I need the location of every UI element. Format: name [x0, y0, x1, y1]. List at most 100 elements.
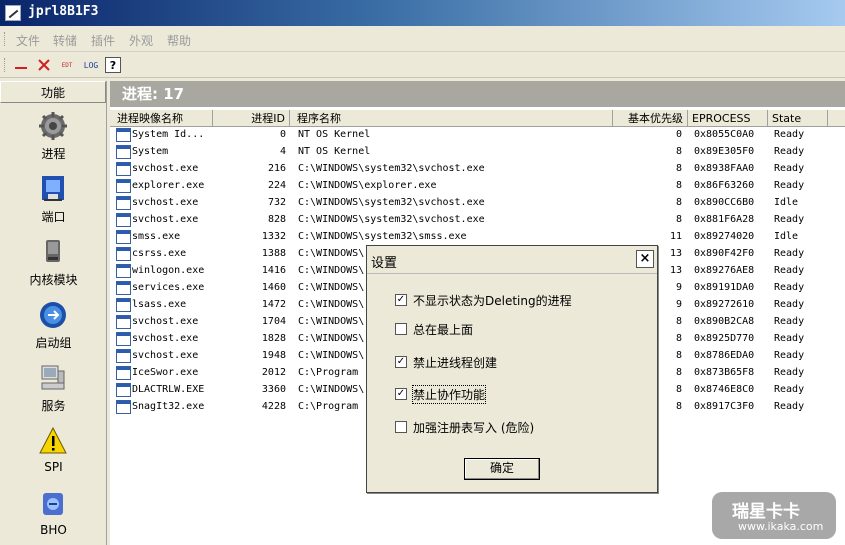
cell-pid: 1472: [261, 299, 286, 310]
sidebar-item-startup[interactable]: 启动组: [0, 296, 107, 358]
table-row[interactable]: smss.exe 1332 C:\WINDOWS\system32\smss.exe…: [110, 229, 845, 246]
checkbox-block-thread-creation[interactable]: ✓: [395, 356, 407, 368]
cell-image-name: winlogon.exe: [132, 265, 205, 276]
disk-icon: [46, 240, 60, 262]
process-icon: [116, 366, 131, 380]
table-row[interactable]: System Id... 0 NT OS Kernel 0 0x8055C0A0 Read…: [110, 127, 845, 144]
bho-icon: [43, 493, 63, 515]
cell-eprocess: 0x8925D770: [694, 333, 755, 344]
window-title: jprl8B1F3: [28, 4, 99, 19]
cell-image-name: services.exe: [132, 282, 205, 293]
table-row[interactable]: svchost.exe 216 C:\WINDOWS\system32\svchos…: [110, 161, 845, 178]
cell-eprocess: 0x8746E8C0: [694, 384, 755, 395]
sidebar-label-spi: SPI: [44, 460, 63, 474]
help-button[interactable]: ?: [105, 57, 121, 73]
table-row[interactable]: System 4 NT OS Kernel 8 0x89E305F0 Ready: [110, 144, 845, 161]
cell-program-name: NT OS Kernel: [298, 129, 371, 140]
cell-pid: 4228: [261, 401, 286, 412]
process-icon: [116, 128, 131, 142]
col-state[interactable]: State: [768, 110, 828, 127]
computer-icon: [41, 365, 65, 390]
minus-button[interactable]: [13, 55, 29, 75]
dialog-close-button[interactable]: ×: [636, 250, 654, 268]
cell-state: Idle: [774, 231, 799, 242]
option-registry-write[interactable]: 加强注册表写入 (危险): [395, 419, 534, 435]
title-bar: jprl8B1F3: [0, 0, 845, 26]
sidebar-item-spi[interactable]: SPI: [0, 422, 107, 484]
menu-appearance[interactable]: 外观: [129, 32, 153, 49]
menu-help[interactable]: 帮助: [167, 32, 191, 49]
menu-plugins[interactable]: 插件: [91, 32, 115, 49]
option-label-always-on-top: 总在最上面: [413, 322, 474, 337]
log-icon: LOG: [83, 60, 99, 70]
menu-grip: [4, 32, 7, 46]
cell-priority: 11: [669, 231, 682, 242]
cell-priority: 0: [675, 129, 682, 140]
process-icon: [116, 162, 131, 176]
option-label-block-collaboration: 禁止协作功能: [411, 384, 487, 404]
help-icon: ?: [109, 58, 117, 72]
cell-state: Ready: [774, 180, 805, 191]
process-icon: [116, 315, 131, 329]
option-block-collaboration[interactable]: ✓ 禁止协作功能: [395, 384, 487, 404]
sidebar-item-bho[interactable]: BHO: [0, 485, 107, 545]
option-always-on-top[interactable]: 总在最上面: [395, 321, 473, 337]
cell-pid: 2012: [261, 367, 286, 378]
col-pid[interactable]: 进程ID: [213, 110, 290, 127]
ok-button[interactable]: 确定: [464, 458, 540, 480]
menu-dump[interactable]: 转储: [53, 32, 77, 49]
cell-state: Ready: [774, 282, 805, 293]
cell-state: Ready: [774, 384, 805, 395]
kill-process-button[interactable]: [35, 55, 53, 75]
option-hide-deleting[interactable]: ✓ 不显示状态为Deleting的进程: [395, 292, 572, 308]
cell-pid: 3360: [261, 384, 286, 395]
cell-pid: 0: [279, 129, 286, 140]
sidebar-item-services[interactable]: 服务: [0, 359, 107, 421]
watermark-brand: 瑞星卡卡: [732, 502, 800, 522]
cell-eprocess: 0x89276AE8: [694, 265, 755, 276]
cell-priority: 8: [675, 163, 682, 174]
cell-image-name: svchost.exe: [132, 197, 199, 208]
menu-file[interactable]: 文件: [16, 32, 40, 49]
cell-eprocess: 0x89274020: [694, 231, 755, 242]
cell-image-name: System Id...: [132, 129, 205, 140]
warning-icon: [39, 426, 67, 454]
col-image-name[interactable]: 进程映像名称: [113, 110, 213, 127]
cell-pid: 4: [279, 146, 286, 157]
process-count-header: 进程: 17: [110, 81, 845, 107]
cell-eprocess: 0x86F63260: [694, 180, 755, 191]
cell-eprocess: 0x890B2CA8: [694, 316, 755, 327]
cell-eprocess: 0x8786EDA0: [694, 350, 755, 361]
col-eprocess[interactable]: EPROCESS: [688, 110, 768, 127]
cell-pid: 224: [267, 180, 286, 191]
cell-pid: 828: [267, 214, 286, 225]
option-block-thread-creation[interactable]: ✓ 禁止进线程创建: [395, 354, 497, 370]
edt-button[interactable]: EDT: [58, 55, 76, 75]
cell-priority: 8: [675, 146, 682, 157]
col-program-name[interactable]: 程序名称: [293, 110, 613, 127]
checkbox-registry-write[interactable]: [395, 421, 407, 433]
cell-image-name: csrss.exe: [132, 248, 187, 259]
checkbox-block-collaboration[interactable]: ✓: [395, 388, 407, 400]
col-priority[interactable]: 基本优先级: [613, 110, 688, 127]
sidebar-item-kernel-modules[interactable]: 内核模块: [0, 233, 107, 295]
cell-pid: 1704: [261, 316, 286, 327]
table-row[interactable]: explorer.exe 224 C:\WINDOWS\explorer.exe 8 0…: [110, 178, 845, 195]
checkbox-hide-deleting[interactable]: ✓: [395, 294, 407, 306]
cell-image-name: svchost.exe: [132, 333, 199, 344]
log-button[interactable]: LOG: [80, 55, 102, 75]
sidebar-header: 功能: [0, 81, 106, 103]
cell-image-name: SnagIt32.exe: [132, 401, 205, 412]
table-row[interactable]: svchost.exe 828 C:\WINDOWS\system32\svchos…: [110, 212, 845, 229]
cell-image-name: IceSwor.exe: [132, 367, 199, 378]
sidebar-item-port[interactable]: 端口: [0, 170, 107, 232]
checkbox-always-on-top[interactable]: [395, 323, 407, 335]
cell-eprocess: 0x890F42F0: [694, 248, 755, 259]
cell-image-name: lsass.exe: [132, 299, 187, 310]
table-row[interactable]: svchost.exe 732 C:\WINDOWS\system32\svchos…: [110, 195, 845, 212]
sidebar-item-process[interactable]: 进程: [0, 107, 107, 169]
dialog-title: 设置: [371, 256, 398, 271]
watermark-logo: 瑞星卡卡 www.ikaka.com: [712, 492, 836, 539]
cell-eprocess: 0x89E305F0: [694, 146, 755, 157]
cell-program-name: C:\WINDOWS\system32\svchost.exe: [298, 163, 485, 174]
